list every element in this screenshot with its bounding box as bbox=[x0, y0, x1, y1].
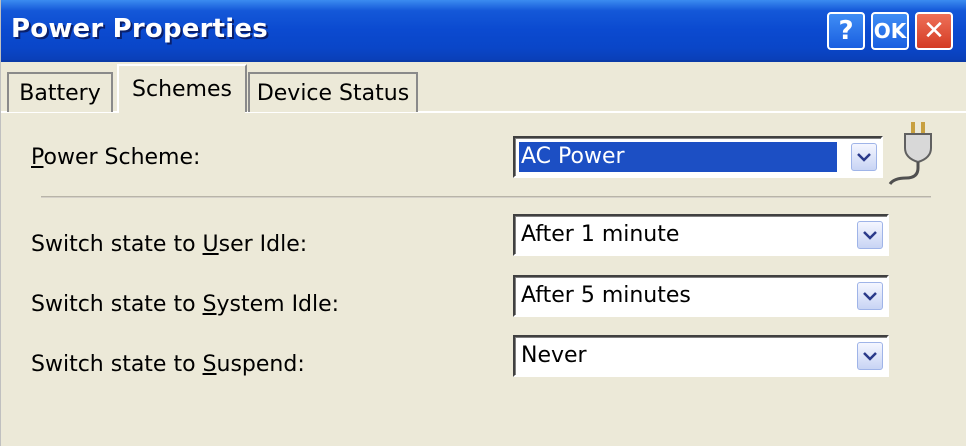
system-idle-label-pre: Switch state to bbox=[31, 292, 203, 317]
user-idle-label: Switch state to User Idle: bbox=[31, 232, 307, 257]
window-title: Power Properties bbox=[11, 14, 268, 44]
power-properties-window: Power Properties ? OK ✕ Battery Schemes … bbox=[0, 0, 966, 446]
system-idle-label: Switch state to System Idle: bbox=[31, 292, 339, 317]
chevron-down-icon[interactable] bbox=[857, 221, 883, 249]
close-button[interactable]: ✕ bbox=[915, 12, 953, 50]
suspend-mnemonic: S bbox=[202, 352, 217, 377]
suspend-value: Never bbox=[521, 343, 587, 368]
ok-button[interactable]: OK bbox=[871, 12, 909, 50]
title-bar[interactable]: Power Properties ? OK ✕ bbox=[1, 0, 966, 62]
power-scheme-select[interactable]: AC Power bbox=[513, 136, 883, 178]
user-idle-value: After 1 minute bbox=[521, 222, 680, 247]
user-idle-mnemonic: U bbox=[202, 232, 219, 257]
tab-schemes[interactable]: Schemes bbox=[117, 64, 247, 112]
system-idle-mnemonic: S bbox=[202, 292, 217, 317]
user-idle-label-pre: Switch state to bbox=[31, 232, 203, 257]
suspend-label-post: uspend: bbox=[216, 352, 305, 377]
system-idle-value: After 5 minutes bbox=[521, 283, 691, 308]
tab-device-status[interactable]: Device Status bbox=[248, 72, 418, 112]
power-scheme-value: AC Power bbox=[519, 142, 837, 172]
user-idle-label-post: ser Idle: bbox=[218, 232, 308, 257]
section-divider bbox=[41, 196, 931, 198]
help-button[interactable]: ? bbox=[827, 12, 865, 50]
tab-battery[interactable]: Battery bbox=[7, 72, 113, 112]
power-scheme-label-post: ower Scheme: bbox=[43, 145, 201, 170]
chevron-down-icon[interactable] bbox=[857, 282, 883, 310]
power-scheme-mnemonic: P bbox=[31, 145, 44, 170]
chevron-down-icon[interactable] bbox=[851, 143, 877, 171]
system-idle-label-post: ystem Idle: bbox=[216, 292, 340, 317]
suspend-label: Switch state to Suspend: bbox=[31, 352, 305, 377]
suspend-select[interactable]: Never bbox=[513, 335, 889, 377]
power-scheme-label: Power Scheme: bbox=[31, 145, 200, 170]
chevron-down-icon[interactable] bbox=[857, 342, 883, 370]
system-idle-select[interactable]: After 5 minutes bbox=[513, 275, 889, 317]
user-idle-select[interactable]: After 1 minute bbox=[513, 214, 889, 256]
ac-plug-icon bbox=[888, 122, 932, 185]
suspend-label-pre: Switch state to bbox=[31, 352, 203, 377]
